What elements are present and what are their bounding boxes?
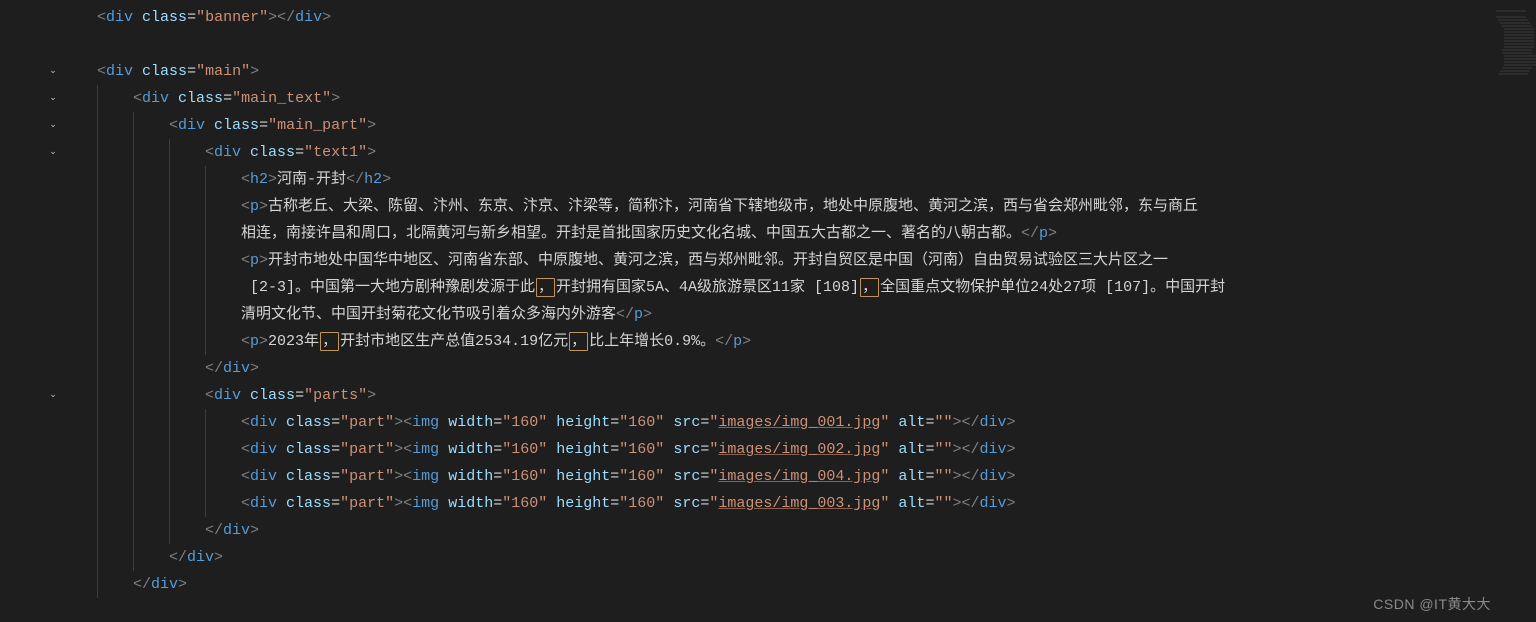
code-line[interactable]: <div class="part"><img width="160" heigh…: [61, 409, 1536, 436]
code-line[interactable]: </div>: [61, 355, 1536, 382]
code-editor[interactable]: ⌄⌄⌄⌄⌄ <div class="banner"></div><div cla…: [0, 0, 1536, 622]
code-line[interactable]: </div>: [61, 544, 1536, 571]
code-line[interactable]: 相连，南接许昌和周口，北隔黄河与新乡相望。开封是首批国家历史文化名城、中国五大古…: [61, 220, 1536, 247]
line-number-gutter: [0, 0, 45, 622]
code-line[interactable]: <div class="part"><img width="160" heigh…: [61, 490, 1536, 517]
code-line[interactable]: <div class="banner"></div>: [61, 4, 1536, 31]
fold-chevron-icon[interactable]: ⌄: [45, 139, 61, 166]
code-line[interactable]: 清明文化节、中国开封菊花文化节吸引着众多海内外游客</p>: [61, 301, 1536, 328]
fold-chevron-icon[interactable]: ⌄: [45, 58, 61, 85]
code-line[interactable]: <p>开封市地处中国华中地区、河南省东部、中原腹地、黄河之滨，西与郑州毗邻。开封…: [61, 247, 1536, 274]
code-line[interactable]: <div class="part"><img width="160" heigh…: [61, 436, 1536, 463]
code-line[interactable]: <div class="main">: [61, 58, 1536, 85]
code-line[interactable]: <div class="text1">: [61, 139, 1536, 166]
code-line[interactable]: </div>: [61, 571, 1536, 598]
code-line[interactable]: <h2>河南-开封</h2>: [61, 166, 1536, 193]
code-line[interactable]: [2-3]。中国第一大地方剧种豫剧发源于此，开封拥有国家5A、4A级旅游景区11…: [61, 274, 1536, 301]
code-line[interactable]: <div class="main_text">: [61, 85, 1536, 112]
code-surface[interactable]: <div class="banner"></div> <div class="ma…: [61, 0, 1536, 622]
code-line[interactable]: </div>: [61, 517, 1536, 544]
fold-chevron-icon[interactable]: ⌄: [45, 85, 61, 112]
code-line[interactable]: [61, 31, 1536, 58]
code-line[interactable]: <div class="part"><img width="160" heigh…: [61, 463, 1536, 490]
minimap[interactable]: [1494, 0, 1536, 622]
fold-gutter: ⌄⌄⌄⌄⌄: [45, 0, 61, 622]
code-line[interactable]: <div class="main_part">: [61, 112, 1536, 139]
fold-chevron-icon[interactable]: ⌄: [45, 112, 61, 139]
code-line[interactable]: <p>古称老丘、大梁、陈留、汴州、东京、汴京、汴梁等，简称汴，河南省下辖地级市，…: [61, 193, 1536, 220]
code-line[interactable]: <p>2023年，开封市地区生产总值2534.19亿元，比上年增长0.9%。</…: [61, 328, 1536, 355]
code-line[interactable]: <div class="parts">: [61, 382, 1536, 409]
fold-chevron-icon[interactable]: ⌄: [45, 382, 61, 409]
